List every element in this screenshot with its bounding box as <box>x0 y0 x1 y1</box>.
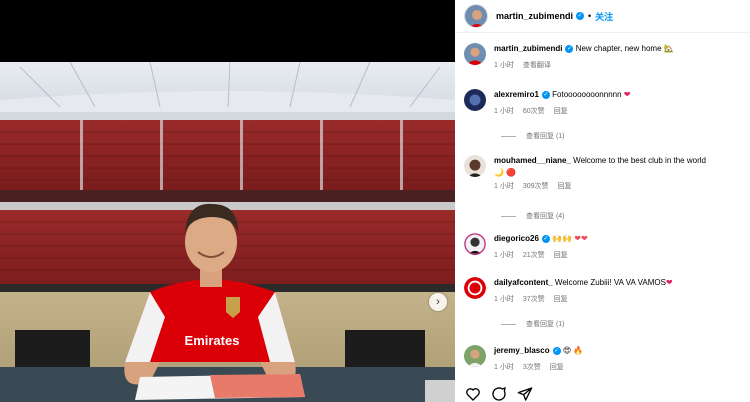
heart-icon[interactable] <box>465 386 481 402</box>
reply-button[interactable]: 回复 <box>550 364 564 371</box>
caption-text: New chapter, new home 🏡 <box>575 44 674 53</box>
comment-emoji: ❤ <box>623 90 631 99</box>
verified-icon: ✓ <box>541 90 550 99</box>
separator-dot: • <box>588 11 592 21</box>
comment-text: Welcome Zubiii! VA VA VAMOS <box>554 278 666 287</box>
comment-item: alexremiro1 ✓ Fotoooooooonnnnn ❤ 1 小时 60次赞… <box>464 89 744 117</box>
view-replies-label: 查看回复 (4) <box>526 213 565 220</box>
verified-icon: ✓ <box>576 12 585 20</box>
comment-likes[interactable]: 3次赞 <box>523 364 541 371</box>
comment-text: Fotoooooooonnnnn <box>552 90 622 99</box>
comment-item: dailyafcontent_ Welcome Zubiii! VA VA VA… <box>464 277 744 305</box>
reply-button[interactable]: 回复 <box>554 296 568 303</box>
avatar[interactable] <box>464 4 488 28</box>
next-image-button[interactable]: › <box>429 293 447 311</box>
avatar[interactable] <box>464 277 486 299</box>
chevron-right-icon: › <box>436 296 440 308</box>
stadium-photo: Emirates <box>0 62 455 402</box>
verified-icon: ✓ <box>541 234 550 243</box>
comment-time: 1 小时 <box>494 183 514 190</box>
view-replies-button[interactable]: 查看回复 (1) <box>501 319 565 329</box>
post-actions <box>465 386 533 402</box>
comment-item: diegorico26 ✓ 🙌🙌 ❤❤ 1 小时 21次赞 回复 <box>464 233 744 261</box>
avatar[interactable] <box>464 89 486 111</box>
comment-time: 1 小时 <box>494 252 514 259</box>
comment-icon[interactable] <box>491 386 507 402</box>
verified-icon: ✓ <box>552 346 561 355</box>
verified-icon: ✓ <box>565 44 574 53</box>
comment-text: 🙌🙌 ❤❤ <box>552 234 588 243</box>
view-replies-label: 查看回复 (1) <box>526 133 565 140</box>
comment-emoji: ❤ <box>665 278 673 287</box>
comment-username[interactable]: mouhamed__niane_ <box>494 156 571 165</box>
comment-likes[interactable]: 21次赞 <box>523 252 545 259</box>
reply-button[interactable]: 回复 <box>558 183 572 190</box>
translate-button[interactable]: 查看翻译 <box>523 62 551 69</box>
view-replies-label: 查看回复 (1) <box>526 321 565 328</box>
reply-button[interactable]: 回复 <box>554 252 568 259</box>
comment-username[interactable]: jeremy_blasco <box>494 346 550 355</box>
comment-username[interactable]: diegorico26 <box>494 234 539 243</box>
caption-username[interactable]: martin_zubimendi <box>494 44 562 53</box>
post-media: Emirates › <box>0 0 455 402</box>
share-icon[interactable] <box>517 386 533 402</box>
post-author-username[interactable]: martin_zubimendi <box>496 11 573 21</box>
comment-time: 1 小时 <box>494 296 514 303</box>
view-replies-button[interactable]: 查看回复 (4) <box>501 211 565 221</box>
comment-emoji-line: 🌙 🔴 <box>494 168 517 177</box>
avatar[interactable] <box>464 43 486 65</box>
comment-item: mouhamed__niane_ Welcome to the best clu… <box>464 155 744 192</box>
comment-text: Welcome to the best club in the world <box>573 156 706 165</box>
view-replies-button[interactable]: 查看回复 (1) <box>501 131 565 141</box>
post-photo[interactable]: Emirates › <box>0 62 455 402</box>
post-header: martin_zubimendi ✓ • 关注 <box>455 0 750 33</box>
comment-time: 1 小时 <box>494 364 514 371</box>
comment-time: 1 小时 <box>494 108 514 115</box>
post-side-panel: martin_zubimendi ✓ • 关注 martin_zubimendi… <box>455 0 750 402</box>
caption: martin_zubimendi ✓ New chapter, new home … <box>464 43 744 71</box>
comment-likes[interactable]: 60次赞 <box>523 108 545 115</box>
caption-time: 1 小时 <box>494 62 514 69</box>
avatar[interactable] <box>464 155 486 177</box>
comment-username[interactable]: alexremiro1 <box>494 90 539 99</box>
comment-username[interactable]: dailyafcontent_ <box>494 278 553 287</box>
comment-item: jeremy_blasco ✓ 😍 🔥 1 小时 3次赞 回复 <box>464 345 744 373</box>
avatar[interactable] <box>464 345 486 367</box>
comment-likes[interactable]: 309次赞 <box>523 183 549 190</box>
comment-likes[interactable]: 37次赞 <box>523 296 545 303</box>
follow-button[interactable]: 关注 <box>595 10 613 23</box>
comment-text: 😍 🔥 <box>562 346 584 355</box>
shirt-sponsor-text: Emirates <box>185 333 240 348</box>
reply-button[interactable]: 回复 <box>554 108 568 115</box>
avatar[interactable] <box>464 233 486 255</box>
